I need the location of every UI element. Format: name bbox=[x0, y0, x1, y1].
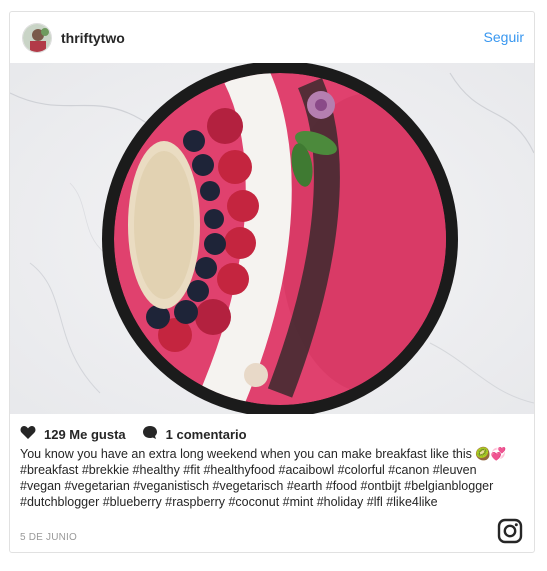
comment-group[interactable]: 1 comentario bbox=[142, 425, 247, 443]
instagram-icon[interactable] bbox=[497, 518, 523, 544]
follow-button[interactable]: Seguir bbox=[484, 29, 524, 45]
likes-count: 129 Me gusta bbox=[44, 426, 126, 442]
heart-icon[interactable] bbox=[20, 425, 44, 443]
comments-count: 1 comentario bbox=[165, 426, 247, 442]
post-photo[interactable] bbox=[10, 63, 534, 414]
like-group[interactable]: 129 Me gusta bbox=[20, 425, 126, 443]
avatar[interactable] bbox=[22, 23, 52, 53]
post-actions: 129 Me gusta 1 comentario bbox=[20, 424, 263, 444]
post-card: thriftytwo Seguir 129 Me gusta 1 comenta… bbox=[9, 11, 535, 553]
post-caption: You know you have an extra long weekend … bbox=[20, 447, 507, 509]
username[interactable]: thriftytwo bbox=[61, 30, 125, 46]
comment-bubble-icon[interactable] bbox=[142, 425, 166, 443]
post-date: 5 DE JUNIO bbox=[20, 532, 78, 543]
post-header: thriftytwo Seguir bbox=[10, 12, 534, 63]
